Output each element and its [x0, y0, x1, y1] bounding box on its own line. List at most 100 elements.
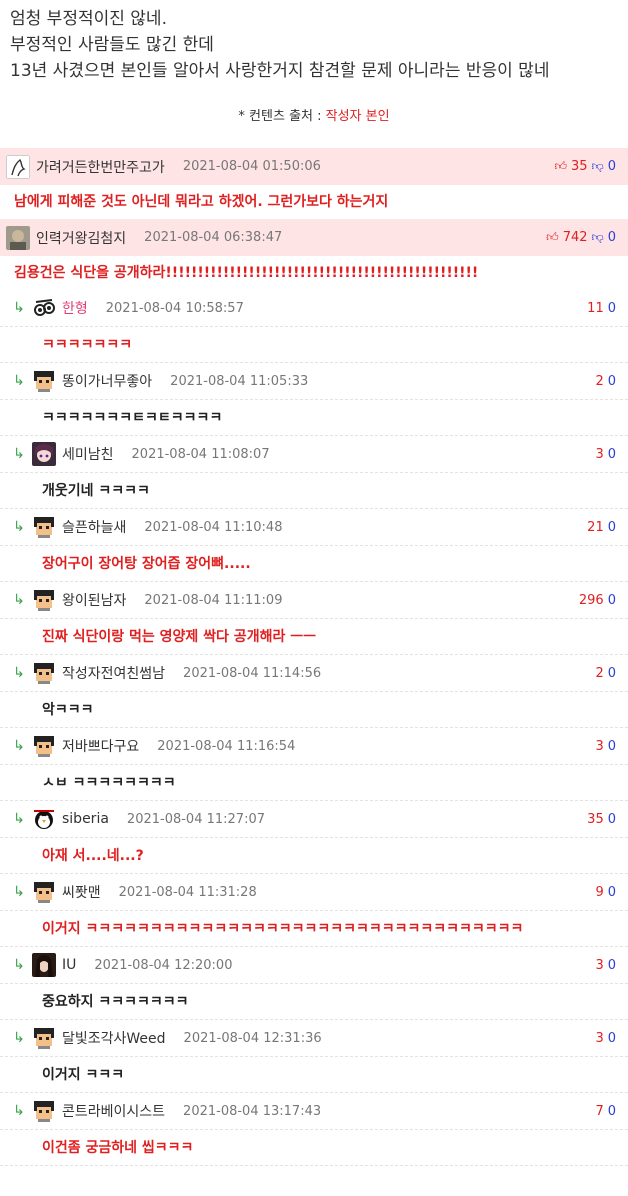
- article-body: 엄청 부정적이진 않네. 부정적인 사람들도 많긴 한데 13년 사겼으면 본인…: [0, 0, 628, 130]
- reply-header: ↳ IU 2021-08-04 12:20:00 3 0: [0, 947, 628, 984]
- commenter-nickname[interactable]: 슬픈하늘새: [62, 517, 126, 537]
- commenter-nickname[interactable]: 작성자전여친썸남: [62, 663, 165, 683]
- upvote-count: 21: [587, 519, 604, 535]
- upvote-count: 3: [595, 1030, 604, 1046]
- avatar[interactable]: [32, 442, 56, 466]
- comment-date: 2021-08-04 01:50:06: [182, 159, 321, 174]
- commenter-nickname[interactable]: 씨퐛맨: [62, 882, 101, 902]
- downvote-count: 0: [607, 373, 616, 389]
- vote-counts: 👍︎ 742 👎︎ 0: [546, 230, 616, 245]
- reply-arrow-icon: ↳: [13, 446, 25, 462]
- avatar[interactable]: [32, 296, 56, 320]
- reply-text: 진짜 식단이랑 먹는 영양제 싹다 공개해라 ㅡㅡ: [0, 619, 628, 655]
- avatar[interactable]: [32, 807, 56, 831]
- commenter-nickname[interactable]: IU: [62, 957, 76, 973]
- comment-list: 가려거든한번만주고가 2021-08-04 01:50:06 👍︎ 35 👎︎ 0 남에게 …: [0, 148, 628, 1166]
- thumbs-down-icon[interactable]: 👎︎: [592, 159, 604, 174]
- reply-header: ↳ 콘트라베이시스트 2021-08-04 13:17:43 7 0: [0, 1093, 628, 1130]
- article-line: 엄청 부정적이진 않네.: [10, 9, 167, 29]
- upvote-count: 2: [595, 665, 604, 681]
- vote-counts: 30: [595, 447, 616, 462]
- avatar[interactable]: [32, 1026, 56, 1050]
- vote-counts: 11 0: [587, 301, 616, 316]
- avatar[interactable]: [32, 588, 56, 612]
- upvote-count: 9: [595, 884, 604, 900]
- thumbs-up-icon[interactable]: 👍︎: [554, 159, 567, 174]
- avatar[interactable]: [6, 154, 30, 179]
- downvote-count: 0: [607, 665, 616, 681]
- reply-header: ↳ 슬픈하늘새 2021-08-04 11:10:48 21 0: [0, 509, 628, 546]
- reply-header: ↳ siberia 2021-08-04 11:27:07 35 0: [0, 801, 628, 838]
- avatar[interactable]: [32, 369, 56, 393]
- reply-header: ↳ 세미남친 2021-08-04 11:08:07 3 0: [0, 436, 628, 473]
- downvote-count: 0: [607, 811, 616, 827]
- downvote-count: 0: [607, 738, 616, 754]
- reply-arrow-icon: ↳: [13, 738, 25, 754]
- content-source: * 컨텐츠 출처 : 작성자 본인: [10, 104, 618, 130]
- reply-text: 개웃기네 ㅋㅋㅋㅋ: [0, 473, 628, 509]
- comment-date: 2021-08-04 11:05:33: [170, 373, 309, 389]
- reply-text: 이건좀 궁금하네 씹ㅋㅋㅋ: [0, 1130, 628, 1166]
- reply-arrow-icon: ↳: [13, 957, 25, 973]
- reply-arrow-icon: ↳: [13, 1103, 25, 1119]
- downvote-count: 0: [607, 300, 616, 316]
- upvote-count: 3: [595, 738, 604, 754]
- thumbs-up-icon[interactable]: 👍︎: [546, 230, 559, 245]
- commenter-nickname[interactable]: 저바쁘다구요: [62, 736, 139, 756]
- reply-header: ↳ 작성자전여친썸남 2021-08-04 11:14:56 2 0: [0, 655, 628, 692]
- comment-date: 2021-08-04 11:14:56: [183, 665, 322, 681]
- reply-text: ㅅㅂ ㅋㅋㅋㅋㅋㅋㅋㅋ: [0, 765, 628, 801]
- avatar[interactable]: [32, 1099, 56, 1123]
- upvote-count: 35: [570, 159, 588, 174]
- downvote-count: 0: [607, 446, 616, 462]
- comment-date: 2021-08-04 13:17:43: [183, 1103, 322, 1119]
- avatar[interactable]: [32, 734, 56, 758]
- reply-header: ↳ 한형 2021-08-04 10:58:57 11 0: [0, 290, 628, 327]
- upvote-count: 742: [562, 230, 588, 245]
- comment-date: 2021-08-04 10:58:57: [105, 300, 244, 316]
- reply-text: 이거지 ㅋㅋㅋ: [0, 1057, 628, 1093]
- avatar[interactable]: [32, 953, 56, 977]
- comment-date: 2021-08-04 11:10:48: [144, 519, 283, 535]
- commenter-nickname[interactable]: 한형: [62, 298, 88, 318]
- commenter-nickname[interactable]: 똥이가너무좋아: [62, 371, 152, 391]
- avatar[interactable]: [32, 515, 56, 539]
- downvote-count: 0: [607, 592, 616, 608]
- vote-counts: 20: [595, 374, 616, 389]
- commenter-nickname[interactable]: 왕이된남자: [62, 590, 126, 610]
- downvote-count: 0: [607, 884, 616, 900]
- commenter-nickname[interactable]: 가려거든한번만주고가: [36, 157, 165, 177]
- reply-arrow-icon: ↳: [13, 811, 25, 827]
- vote-counts: 21 0: [587, 520, 616, 535]
- source-link[interactable]: 작성자 본인: [326, 109, 390, 124]
- vote-counts: 30: [595, 958, 616, 973]
- reply-text: ㅋㅋㅋㅋㅋㅋㅋㅌㅋㅌㅋㅋㅋㅋ: [0, 400, 628, 436]
- reply-header: ↳ 왕이된남자 2021-08-04 11:11:09 296 0: [0, 582, 628, 619]
- reply-text: 악ㅋㅋㅋ: [0, 692, 628, 728]
- commenter-nickname[interactable]: 콘트라베이시스트: [62, 1101, 165, 1121]
- reply-arrow-icon: ↳: [13, 300, 25, 316]
- commenter-nickname[interactable]: siberia: [62, 811, 109, 827]
- commenter-nickname[interactable]: 달빛조각사Weed: [62, 1028, 166, 1048]
- commenter-nickname[interactable]: 세미남친: [62, 444, 114, 464]
- thumbs-down-icon[interactable]: 👎︎: [592, 230, 604, 245]
- downvote-count: 0: [607, 957, 616, 973]
- upvote-count: 11: [587, 300, 604, 316]
- comment-date: 2021-08-04 11:31:28: [118, 884, 257, 900]
- reply-text: 아재 서....네...?: [0, 838, 628, 874]
- article-line: 부정적인 사람들도 많긴 한데: [10, 35, 214, 55]
- upvote-count: 7: [595, 1103, 604, 1119]
- reply-arrow-icon: ↳: [13, 1030, 25, 1046]
- avatar[interactable]: [6, 225, 30, 250]
- vote-counts: 20: [595, 666, 616, 681]
- comment-date: 2021-08-04 11:08:07: [131, 446, 270, 462]
- avatar[interactable]: [32, 880, 56, 904]
- reply-arrow-icon: ↳: [13, 884, 25, 900]
- reply-arrow-icon: ↳: [13, 519, 25, 535]
- comment-date: 2021-08-04 11:27:07: [126, 811, 265, 827]
- upvote-count: 2: [595, 373, 604, 389]
- avatar[interactable]: [32, 661, 56, 685]
- commenter-nickname[interactable]: 인력거왕김첨지: [36, 228, 126, 248]
- reply-header: ↳ 저바쁘다구요 2021-08-04 11:16:54 3 0: [0, 728, 628, 765]
- article-line: 13년 사겼으면 본인들 알아서 사랑한거지 참견할 문제 아니라는 반응이 많…: [10, 61, 550, 81]
